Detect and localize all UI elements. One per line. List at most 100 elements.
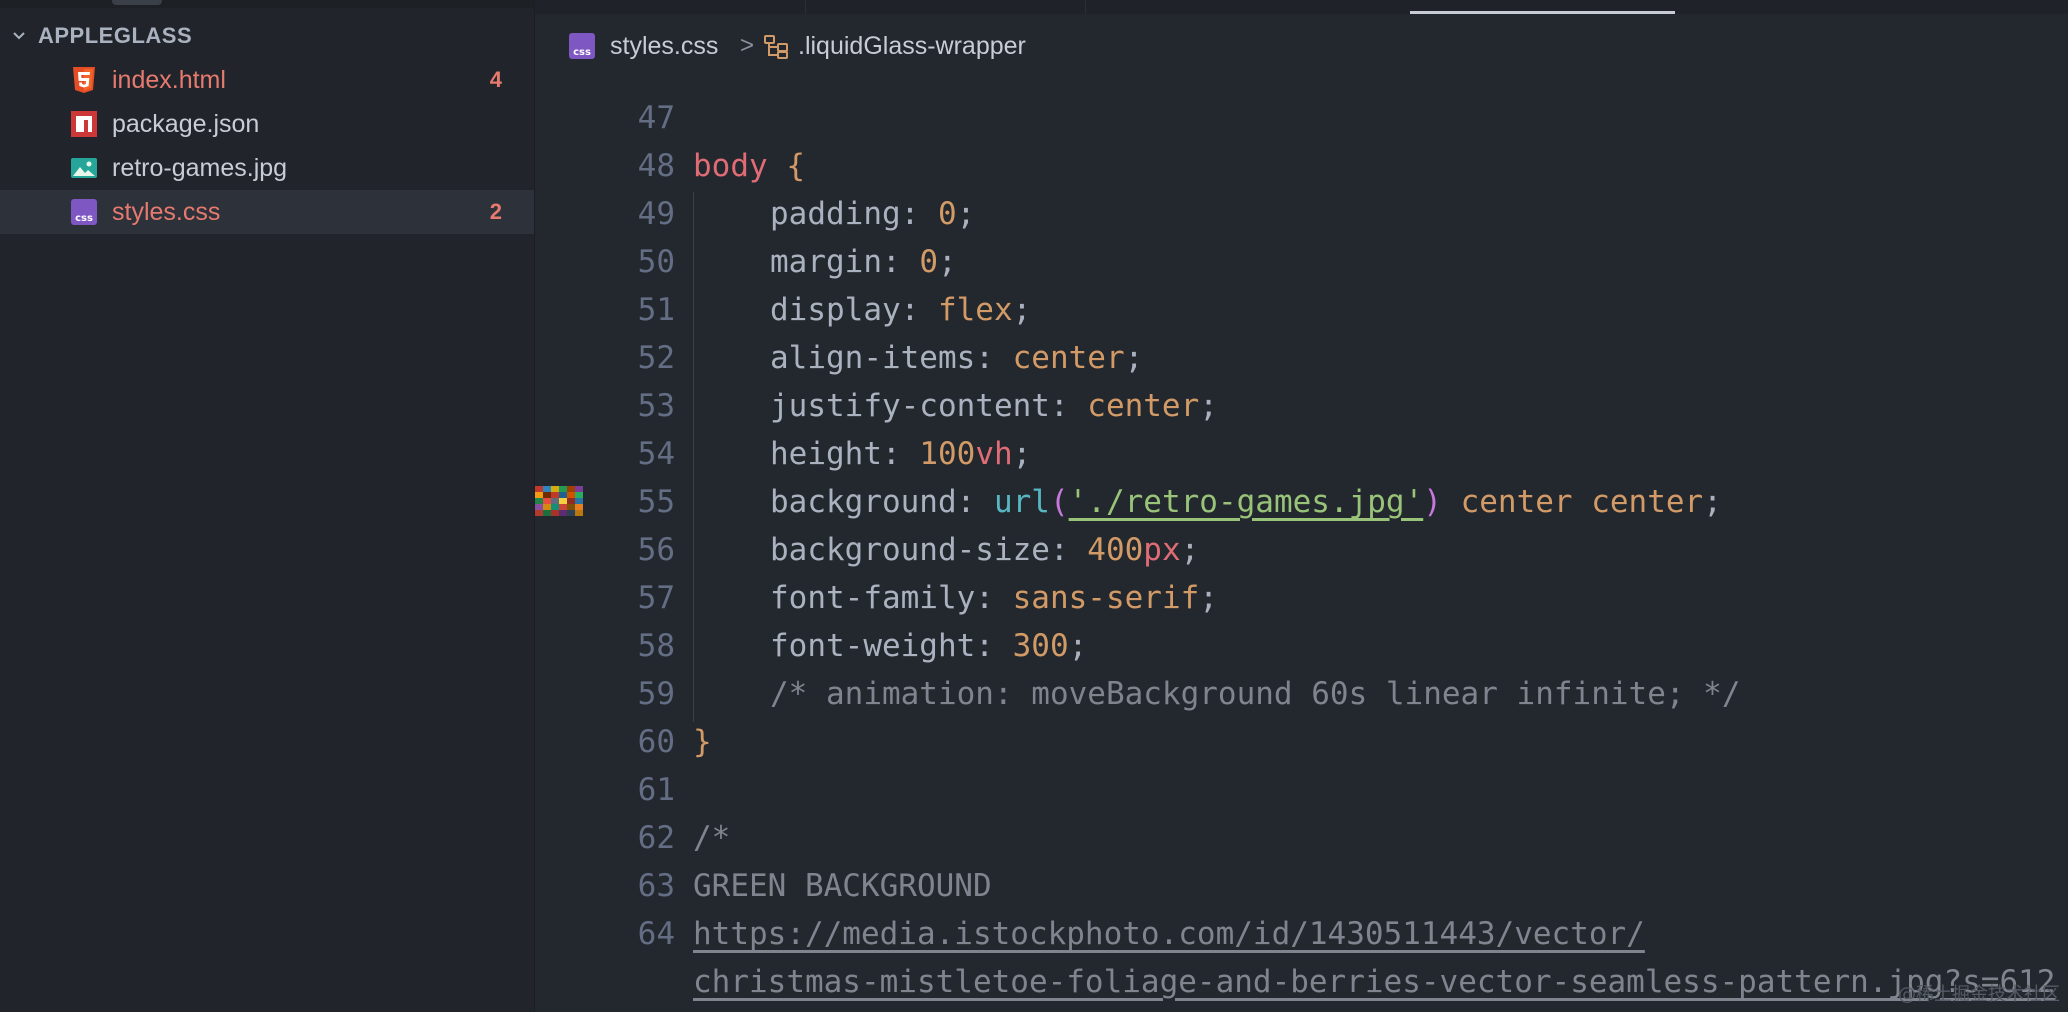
semicolon: ; bbox=[1012, 292, 1032, 328]
semicolon: ; bbox=[1703, 484, 1722, 520]
comment-url-link[interactable]: https://media.istockphoto.com/id/1430511… bbox=[693, 910, 1645, 958]
semicolon: ; bbox=[956, 196, 976, 232]
semicolon: ; bbox=[1068, 628, 1088, 664]
code-line: 54 height: 100vh; bbox=[535, 430, 2068, 478]
image-icon bbox=[71, 158, 97, 178]
close-brace: } bbox=[693, 724, 712, 760]
html5-icon bbox=[73, 67, 95, 93]
css-property: font-family: bbox=[770, 580, 1013, 616]
line-number: 53 bbox=[637, 388, 675, 424]
code-line: 51 display: flex; bbox=[535, 286, 2068, 334]
code-line: 62 /* bbox=[535, 814, 2068, 862]
code-comment: /* bbox=[693, 820, 731, 856]
css-property: background: bbox=[770, 484, 994, 520]
line-number: 60 bbox=[637, 724, 675, 760]
tab-divider bbox=[805, 0, 806, 14]
file-name: index.html bbox=[112, 66, 226, 94]
line-number: 47 bbox=[637, 100, 675, 136]
npm-icon bbox=[71, 111, 97, 137]
explorer-folder-title: APPLEGLASS bbox=[38, 23, 193, 48]
file-item-styles-css[interactable]: css styles.css 2 bbox=[0, 190, 534, 234]
line-number: 55 bbox=[637, 484, 675, 520]
css-property: background-size: bbox=[770, 532, 1088, 568]
code-text: margin: 0; bbox=[770, 238, 957, 286]
css-unit: px bbox=[1143, 532, 1181, 568]
code-line: 59 /* animation: moveBackground 60s line… bbox=[535, 670, 2068, 718]
css-icon: css bbox=[71, 199, 97, 225]
line-number: 61 bbox=[637, 772, 675, 808]
code-line: 47 bbox=[535, 94, 2068, 142]
code-line: 64 https://media.istockphoto.com/id/1430… bbox=[535, 910, 2068, 958]
code-line: 53 justify-content: center; bbox=[535, 382, 2068, 430]
code-text: align-items: center; bbox=[770, 334, 1143, 382]
tab-divider bbox=[1085, 0, 1086, 14]
code-line: 60 } bbox=[535, 718, 2068, 766]
semicolon: ; bbox=[1124, 340, 1144, 376]
css-property: height: bbox=[770, 436, 920, 472]
code-text: /* OTHER STYLES */ bbox=[693, 54, 1029, 62]
code-comment: /* animation: moveBackground 60s linear … bbox=[770, 676, 1741, 712]
css-value: 0 bbox=[919, 244, 938, 280]
sidebar-handle[interactable] bbox=[112, 0, 162, 5]
code-line: 55 background: url('./retro-games.jpg') … bbox=[535, 478, 2068, 526]
css-selector: body bbox=[693, 148, 768, 184]
line-number: 59 bbox=[637, 676, 675, 712]
code-line: 49 padding: 0; bbox=[535, 190, 2068, 238]
css-value: sans-serif bbox=[1012, 580, 1200, 616]
watermark: @稀土掘金技术社区 bbox=[1898, 984, 2060, 1005]
explorer-folder-header[interactable]: APPLEGLASS bbox=[0, 18, 192, 54]
line-number: 49 bbox=[637, 196, 675, 232]
code-line: 50 margin: 0; bbox=[535, 238, 2068, 286]
css-property: display: bbox=[770, 292, 938, 328]
css-unit: vh bbox=[975, 436, 1013, 472]
url-string-link[interactable]: './retro-games.jpg' bbox=[1069, 484, 1424, 520]
css-number: 400 bbox=[1087, 532, 1144, 568]
problems-badge: 4 bbox=[489, 67, 502, 92]
file-item-package-json[interactable]: package.json bbox=[0, 102, 534, 146]
line-number: 58 bbox=[637, 628, 675, 664]
line-number: 46 bbox=[575, 54, 675, 62]
code-text: background-size: 400px; bbox=[770, 526, 1199, 574]
sidebar-top-strip bbox=[0, 0, 534, 8]
editor-tab-strip bbox=[535, 0, 2068, 14]
code-line: 46 /* OTHER STYLES */ bbox=[535, 54, 2068, 62]
css-value: 0 bbox=[937, 196, 957, 232]
semicolon: ; bbox=[1199, 388, 1218, 424]
explorer-sidebar: APPLEGLASS index.html 4 package.json ret… bbox=[0, 0, 535, 1012]
chevron-down-icon[interactable] bbox=[0, 28, 38, 44]
file-name: retro-games.jpg bbox=[112, 154, 288, 182]
code-line: 48 body { bbox=[535, 142, 2068, 190]
css-property: margin: bbox=[770, 244, 920, 280]
line-number: 62 bbox=[637, 820, 675, 856]
css-number: 100 bbox=[919, 436, 976, 472]
code-text: body { bbox=[693, 142, 805, 190]
code-line: 56 background-size: 400px; bbox=[535, 526, 2068, 574]
line-number: 48 bbox=[637, 148, 675, 184]
semicolon: ; bbox=[1012, 436, 1032, 472]
file-name: styles.css bbox=[112, 198, 221, 226]
css-value: center bbox=[1087, 388, 1200, 424]
code-text: display: flex; bbox=[770, 286, 1031, 334]
css-value: center center bbox=[1441, 484, 1704, 520]
comment-url-link[interactable]: christmas-mistletoe-foliage-and-berries-… bbox=[693, 958, 2055, 1006]
css-property: padding: bbox=[770, 196, 938, 232]
file-item-retro-games-jpg[interactable]: retro-games.jpg bbox=[0, 146, 534, 190]
css-value: flex bbox=[937, 292, 1013, 328]
code-line: 57 font-family: sans-serif; bbox=[535, 574, 2068, 622]
line-number: 54 bbox=[637, 436, 675, 472]
code-text: font-weight: 300; bbox=[770, 622, 1087, 670]
line-number: 52 bbox=[637, 340, 675, 376]
line-number: 50 bbox=[637, 244, 675, 280]
code-line: 58 font-weight: 300; bbox=[535, 622, 2068, 670]
svg-text:css: css bbox=[75, 213, 93, 224]
code-text: justify-content: center; bbox=[770, 382, 1218, 430]
semicolon: ; bbox=[1199, 580, 1218, 616]
code-text: padding: 0; bbox=[770, 190, 975, 238]
problems-badge: 2 bbox=[489, 199, 502, 224]
open-brace: { bbox=[786, 148, 805, 184]
code-editor[interactable]: 46 /* OTHER STYLES */ 47 48 body { 49 pa… bbox=[535, 54, 2068, 1012]
css-function: url bbox=[993, 484, 1050, 520]
file-item-index-html[interactable]: index.html 4 bbox=[0, 58, 534, 102]
code-line: 52 align-items: center; bbox=[535, 334, 2068, 382]
css-value: center bbox=[1012, 340, 1125, 376]
